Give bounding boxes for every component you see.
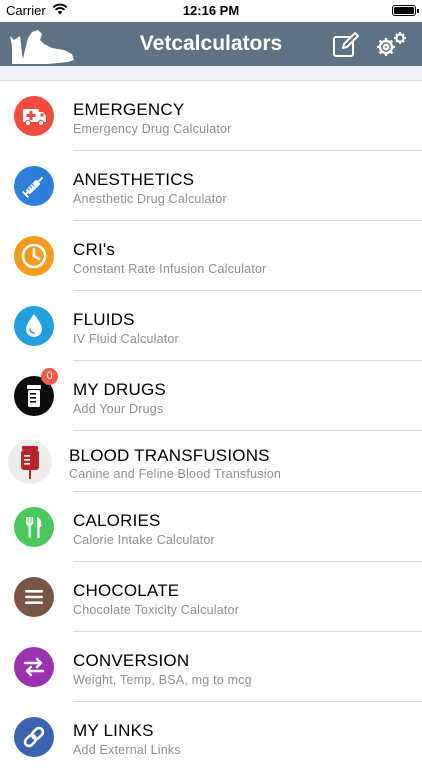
- menu-item-my-drugs[interactable]: 0 MY DRUGS Add Your Drugs: [0, 361, 422, 431]
- battery-tip: [417, 9, 419, 13]
- nav-bar: Vetcalculators: [0, 22, 422, 66]
- menu-item-title: MY LINKS: [73, 721, 154, 740]
- menu-item-emergency[interactable]: EMERGENCY Emergency Drug Calculator: [0, 81, 422, 151]
- menu-item-subtitle: IV Fluid Calculator: [73, 332, 179, 346]
- ambulance-icon: [14, 96, 54, 136]
- menu-item-title: CALORIES: [73, 511, 161, 530]
- menu-item-calories[interactable]: CALORIES Calorie Intake Calculator: [0, 492, 422, 562]
- notification-badge: 0: [41, 368, 58, 385]
- menu-item-conversion[interactable]: CONVERSION Weight, Temp, BSA, mg to mcg: [0, 632, 422, 702]
- settings-gears-icon[interactable]: [374, 30, 408, 60]
- menu-item-blood-transfusions[interactable]: BLOOD TRANSFUSIONS Canine and Feline Blo…: [0, 431, 422, 492]
- utensils-icon: [14, 507, 54, 547]
- menu-item-title: ANESTHETICS: [73, 170, 195, 189]
- syringe-icon: [14, 166, 54, 206]
- clock-icon: [14, 236, 54, 276]
- menu-item-subtitle: Add External Links: [73, 743, 181, 757]
- menu-item-title: BLOOD TRANSFUSIONS: [69, 446, 270, 465]
- menu-item-my-links[interactable]: MY LINKS Add External Links: [0, 702, 422, 772]
- menu-item-subtitle: Constant Rate Infusion Calculator: [73, 262, 267, 276]
- menu-item-title: FLUIDS: [73, 310, 135, 329]
- blood-bag-icon: [8, 440, 52, 484]
- menu-item-title: CHOCOLATE: [73, 581, 180, 600]
- menu-item-subtitle: Chocolate Toxicity Calculator: [73, 603, 240, 617]
- menu-item-subtitle: Anesthetic Drug Calculator: [73, 192, 227, 206]
- menu-item-fluids[interactable]: FLUIDS IV Fluid Calculator: [0, 291, 422, 361]
- menu-item-title: CONVERSION: [73, 651, 190, 670]
- menu-item-title: CRI's: [73, 240, 116, 259]
- menu-item-subtitle: Add Your Drugs: [73, 402, 164, 416]
- exchange-icon: [14, 647, 54, 687]
- chocolate-icon: [14, 577, 54, 617]
- menu-item-chocolate[interactable]: CHOCOLATE Chocolate Toxicity Calculator: [0, 562, 422, 632]
- menu-item-subtitle: Weight, Temp, BSA, mg to mcg: [73, 673, 252, 687]
- battery-icon: [392, 5, 416, 16]
- link-icon: [14, 717, 54, 757]
- menu-item-anesthetics[interactable]: ANESTHETICS Anesthetic Drug Calculator: [0, 151, 422, 221]
- clock-label: 12:16 PM: [182, 3, 240, 18]
- drop-icon: [14, 306, 54, 346]
- menu-item-subtitle: Calorie Intake Calculator: [73, 533, 215, 547]
- menu-item-title: EMERGENCY: [73, 100, 185, 119]
- menu-item-subtitle: Canine and Feline Blood Transfusion: [69, 467, 281, 481]
- menu-item-subtitle: Emergency Drug Calculator: [73, 122, 232, 136]
- status-bar: Carrier 12:16 PM: [0, 0, 422, 22]
- section-spacer: [0, 66, 422, 81]
- menu-item-cri[interactable]: CRI's Constant Rate Infusion Calculator: [0, 221, 422, 291]
- menu-list: EMERGENCY Emergency Drug Calculator ANES…: [0, 81, 422, 772]
- menu-item-title: MY DRUGS: [73, 380, 166, 399]
- edit-icon[interactable]: [332, 31, 360, 59]
